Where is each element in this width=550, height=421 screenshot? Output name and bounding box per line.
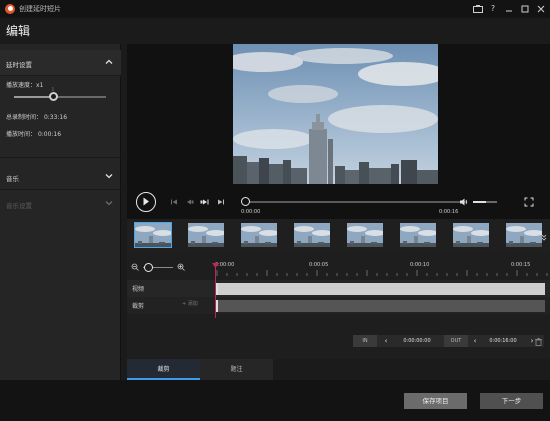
out-timecode[interactable]: 0:00:16:00 — [480, 335, 526, 347]
thumbnail-frame[interactable] — [452, 222, 490, 248]
speed-label: 播放速度：x1 — [6, 82, 44, 89]
skip-start-icon[interactable] — [169, 197, 179, 207]
music-settings-header[interactable]: 音乐设置 — [0, 191, 121, 217]
in-prev-icon[interactable]: ‹ — [381, 335, 391, 347]
next-step-button[interactable]: 下一步 — [480, 393, 543, 409]
edit-tabs: 裁剪 题注 — [127, 359, 550, 380]
thumbnail-frame[interactable] — [399, 222, 437, 248]
out-point-control: OUT ‹ 0:00:16:00 › — [444, 335, 544, 347]
total-record-time-value: 0:33:16 — [43, 114, 68, 121]
volume-slider[interactable] — [473, 201, 497, 203]
title-bar: 创建延时短片 ? — [0, 0, 550, 18]
device-icon[interactable] — [472, 3, 484, 15]
minimize-icon[interactable] — [503, 3, 515, 15]
playback-progress-bar[interactable] — [244, 201, 467, 203]
video-preview-area: 0:00:00 0:00:16 — [127, 44, 550, 219]
thumbnail-frame[interactable] — [134, 222, 172, 248]
play-time: 播放时间： 0:00:16 — [6, 131, 62, 138]
play-button[interactable] — [136, 192, 156, 212]
ruler-label: 0:00:05 — [309, 262, 329, 268]
save-project-button[interactable]: 保存项目 — [404, 393, 467, 409]
music-label: 音乐 — [6, 175, 19, 183]
chevron-down-icon — [105, 174, 113, 179]
thumbnail-frame[interactable] — [505, 222, 543, 248]
page-header: 编辑 — [0, 18, 550, 44]
zoom-control — [127, 260, 215, 276]
thumbnail-strip — [127, 219, 550, 253]
end-time: 0:00:16 — [439, 209, 459, 215]
total-record-time: 总录制时间： 0:33:16 — [6, 114, 68, 121]
help-icon[interactable]: ? — [487, 3, 499, 15]
thumbnail-frame[interactable] — [293, 222, 331, 248]
crop-track-clip[interactable] — [215, 300, 545, 312]
speed-value: x1 — [36, 82, 44, 89]
skip-end-icon[interactable] — [216, 197, 226, 207]
crop-track-label: 裁剪 — [132, 303, 145, 310]
music-header[interactable]: 音乐 — [0, 164, 121, 190]
fullscreen-icon[interactable] — [524, 197, 534, 207]
play-icon — [143, 197, 149, 206]
divider — [0, 157, 121, 158]
zoom-in-icon[interactable] — [177, 263, 185, 271]
playback-progress-handle[interactable] — [241, 197, 250, 206]
timelapse-settings-header[interactable]: 延时设置 — [0, 50, 121, 76]
footer-bar: 保存项目 下一步 — [0, 380, 550, 421]
out-prev-icon[interactable]: ‹ — [470, 335, 480, 347]
prev-frame-icon[interactable] — [184, 197, 194, 207]
video-track-label: 视频 — [132, 286, 145, 293]
close-icon[interactable] — [535, 3, 547, 15]
ruler-label: 0:00:00 — [215, 262, 235, 268]
chevron-down-icon — [105, 201, 113, 206]
in-timecode[interactable]: 0:00:00:00 — [393, 335, 441, 347]
thumbnail-frame[interactable] — [240, 222, 278, 248]
divider — [0, 189, 121, 190]
music-settings-label: 音乐设置 — [6, 202, 32, 210]
settings-sidebar: 延时设置 播放速度：x1 1 总录制时间： 0:33:16 播放时间： 0:00… — [0, 44, 121, 380]
ruler-label: 0:00:15 — [511, 262, 531, 268]
tab-crop[interactable]: 裁剪 — [127, 359, 200, 380]
window-title: 创建延时短片 — [19, 5, 61, 13]
add-crop-button[interactable]: + 添加 — [182, 300, 198, 307]
tab-caption[interactable]: 题注 — [200, 359, 273, 380]
delete-icon[interactable] — [534, 337, 543, 346]
thumbnail-frame[interactable] — [346, 222, 384, 248]
maximize-icon[interactable] — [519, 3, 531, 15]
video-frame — [233, 44, 438, 184]
speed-slider[interactable]: 1 — [14, 87, 106, 101]
chevron-up-icon — [105, 59, 113, 64]
zoom-slider-handle[interactable] — [144, 263, 153, 272]
speed-slider-fill — [14, 96, 53, 98]
zoom-out-icon[interactable] — [131, 263, 139, 271]
volume-level — [473, 201, 487, 203]
playhead[interactable] — [215, 265, 216, 318]
video-track-clip[interactable] — [215, 283, 545, 295]
volume-icon[interactable] — [459, 197, 469, 207]
next-frame-icon[interactable] — [200, 197, 210, 207]
thumbnail-frame[interactable] — [187, 222, 225, 248]
app-logo-icon — [5, 4, 15, 14]
ruler-label: 0:00:10 — [410, 262, 430, 268]
current-time: 0:00:00 — [241, 209, 261, 215]
page-title: 编辑 — [6, 24, 31, 38]
timelapse-settings-label: 延时设置 — [6, 61, 32, 69]
out-label: OUT — [444, 335, 468, 347]
play-time-value: 0:00:16 — [37, 131, 62, 138]
in-label: IN — [353, 335, 377, 347]
speed-slider-handle[interactable] — [48, 92, 58, 101]
timeline-ruler — [216, 270, 548, 276]
